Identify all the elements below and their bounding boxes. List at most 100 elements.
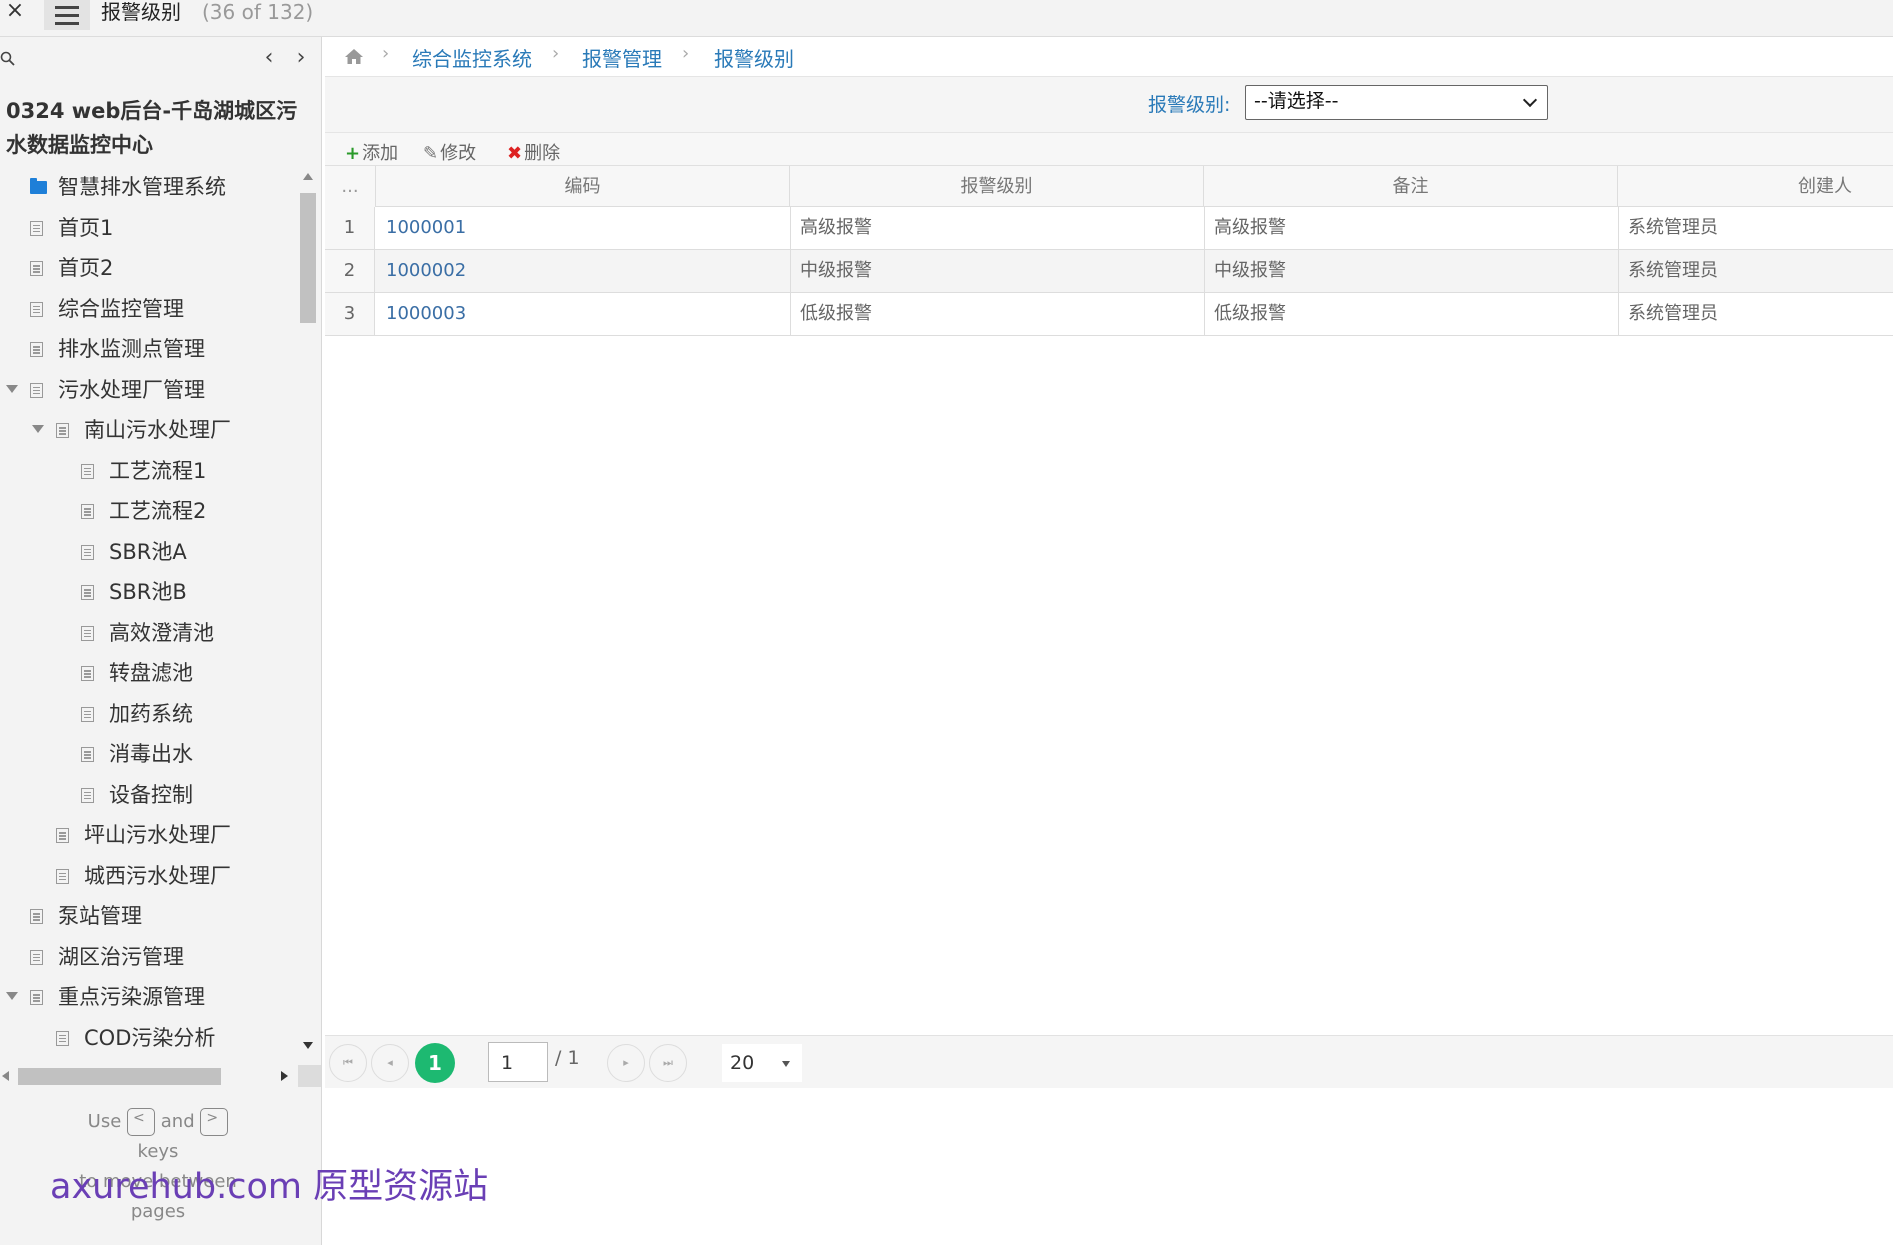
sidebar-tree-item[interactable]: 湖区治污管理 bbox=[0, 937, 298, 977]
sidebar-tree-item[interactable]: 重点污染源管理 bbox=[0, 977, 298, 1017]
next-page-button-icon[interactable]: ▸ bbox=[607, 1044, 645, 1082]
sidebar-tree-item-label: 设备控制 bbox=[109, 782, 193, 807]
page-icon bbox=[30, 949, 43, 965]
scroll-right-icon[interactable] bbox=[281, 1071, 288, 1081]
sidebar-tree-item[interactable]: 城西污水处理厂 bbox=[0, 856, 298, 896]
scrollbar-corner bbox=[298, 1065, 321, 1087]
page-icon bbox=[56, 868, 69, 884]
breadcrumb-item-system[interactable]: 综合监控系统 bbox=[412, 43, 532, 72]
cell-code[interactable]: 1000003 bbox=[386, 293, 466, 335]
cell-creator: 系统管理员 bbox=[1628, 217, 1718, 238]
delete-icon: ✖ bbox=[507, 143, 523, 164]
watermark: axurehub.com 原型资源站 bbox=[50, 1167, 489, 1207]
edit-button-label: 修改 bbox=[440, 143, 477, 164]
column-header-code[interactable]: 编码 bbox=[376, 166, 790, 207]
key-next-icon: > bbox=[200, 1108, 229, 1136]
delete-button[interactable]: ✖ 删除 bbox=[507, 139, 560, 165]
table-header: ... 编码 报警级别 备注 创建人 bbox=[325, 166, 1893, 207]
project-title: 0324 web后台-千岛湖城区污水数据监控中心 bbox=[6, 99, 298, 157]
sidebar-tree-item[interactable]: 消毒出水 bbox=[0, 734, 298, 774]
page-title: 报警级别 bbox=[101, 0, 181, 24]
column-header-note[interactable]: 备注 bbox=[1204, 166, 1618, 207]
sidebar-tree-item[interactable]: 设备控制 bbox=[0, 775, 298, 815]
row-number: 1 bbox=[325, 207, 375, 249]
page-icon bbox=[81, 625, 94, 641]
first-page-icon[interactable]: ⏮ bbox=[329, 1044, 367, 1082]
scroll-up-icon[interactable] bbox=[303, 173, 313, 180]
page-count: (36 of 132) bbox=[202, 0, 314, 24]
sidebar-tree-item[interactable]: 排水监测点管理 bbox=[0, 329, 298, 369]
column-header-creator[interactable]: 创建人 bbox=[1618, 166, 1893, 207]
cell-code[interactable]: 1000001 bbox=[386, 207, 466, 249]
sidebar-horizontal-scrollbar[interactable] bbox=[0, 1065, 321, 1087]
column-divider bbox=[790, 293, 791, 335]
expand-caret-icon[interactable] bbox=[6, 384, 18, 393]
sidebar-tree-item[interactable]: SBR池B bbox=[0, 572, 298, 612]
sidebar-tree-item[interactable]: 污水处理厂管理 bbox=[0, 370, 298, 410]
expand-caret-icon[interactable] bbox=[32, 425, 44, 433]
edit-button[interactable]: ✎ 修改 bbox=[423, 139, 476, 165]
column-divider bbox=[1204, 250, 1205, 292]
sidebar-tree-item[interactable]: 加药系统 bbox=[0, 694, 298, 734]
sidebar-tree-item-label: 城西污水处理厂 bbox=[84, 863, 231, 888]
sidebar-tree-item-label: COD污染分析 bbox=[84, 1025, 216, 1050]
sidebar-tree-item[interactable]: 工艺流程2 bbox=[0, 491, 298, 531]
prev-page-icon[interactable]: ‹ bbox=[260, 47, 278, 69]
add-button[interactable]: + 添加 bbox=[345, 139, 398, 165]
home-icon[interactable] bbox=[344, 48, 364, 65]
page-icon bbox=[30, 261, 43, 276]
sidebar-tree-item[interactable]: COD污染分析 bbox=[0, 1018, 298, 1058]
page-size-value: 20 bbox=[730, 1052, 755, 1074]
scroll-left-icon[interactable] bbox=[2, 1071, 9, 1081]
column-divider bbox=[1204, 293, 1205, 335]
sidebar-tree-item[interactable]: 转盘滤池 bbox=[0, 653, 298, 693]
last-page-icon[interactable]: ⏭ bbox=[649, 1044, 687, 1082]
cell-alarm-level: 高级报警 bbox=[800, 217, 872, 238]
hint-use: Use bbox=[87, 1111, 122, 1132]
cell-alarm-level: 中级报警 bbox=[800, 260, 872, 281]
breadcrumb-item-alarm-level[interactable]: 报警级别 bbox=[714, 43, 794, 72]
sidebar-tree-item[interactable]: SBR池A bbox=[0, 532, 298, 572]
sidebar-tree-item-label: 工艺流程2 bbox=[109, 499, 207, 523]
column-header-alarm-level[interactable]: 报警级别 bbox=[790, 166, 1204, 207]
sidebar-tree-item[interactable]: 工艺流程1 bbox=[0, 451, 298, 491]
sidebar-tree-item-label: 污水处理厂管理 bbox=[58, 377, 205, 402]
rownum-header: ... bbox=[325, 166, 376, 207]
sidebar-tree-item[interactable]: 泵站管理 bbox=[0, 896, 298, 936]
breadcrumb-item-alarm-management[interactable]: 报警管理 bbox=[582, 43, 662, 72]
sidebar-tree-item[interactable]: 综合监控管理 bbox=[0, 289, 298, 329]
page-size-select[interactable]: 20 bbox=[722, 1044, 802, 1082]
sidebar-tree-item-label: 智慧排水管理系统 bbox=[58, 175, 226, 199]
sidebar-tree-item[interactable]: 首页1 bbox=[0, 208, 298, 248]
expand-caret-icon[interactable] bbox=[6, 992, 18, 1000]
current-page-button[interactable]: 1 bbox=[415, 1043, 455, 1083]
sidebar-tree-item-label: 重点污染源管理 bbox=[58, 985, 205, 1009]
sidebar-tree-item-label: 转盘滤池 bbox=[109, 661, 193, 685]
close-icon[interactable]: × bbox=[4, 0, 26, 22]
folder-icon bbox=[30, 178, 47, 194]
page-number-input[interactable]: 1 bbox=[488, 1042, 548, 1082]
menu-icon[interactable] bbox=[44, 0, 90, 30]
scroll-down-icon[interactable] bbox=[303, 1042, 313, 1049]
prev-page-button-icon[interactable]: ◂ bbox=[371, 1044, 409, 1082]
chevron-down-icon bbox=[1522, 92, 1538, 108]
scroll-thumb[interactable] bbox=[300, 193, 316, 323]
cell-code[interactable]: 1000002 bbox=[386, 250, 466, 292]
search-icon[interactable] bbox=[0, 51, 16, 67]
sidebar-vertical-scrollbar[interactable] bbox=[298, 171, 318, 1051]
sidebar-tree-item-label: 首页1 bbox=[58, 215, 114, 240]
sidebar-tree-item[interactable]: 南山污水处理厂 bbox=[0, 410, 298, 450]
next-page-icon[interactable]: › bbox=[292, 47, 310, 69]
sidebar-tree-item[interactable]: 首页2 bbox=[0, 248, 298, 288]
table-row[interactable]: 2 1000002 中级报警 中级报警 系统管理员 bbox=[325, 250, 1893, 293]
alarm-level-select[interactable]: --请选择-- bbox=[1245, 85, 1548, 120]
table-row[interactable]: 3 1000003 低级报警 低级报警 系统管理员 bbox=[325, 293, 1893, 336]
sidebar-tree-item[interactable]: 智慧排水管理系统 bbox=[0, 167, 298, 207]
row-number: 3 bbox=[325, 293, 375, 335]
sidebar-tree-item-label: 加药系统 bbox=[109, 701, 193, 726]
table-row[interactable]: 1 1000001 高级报警 高级报警 系统管理员 bbox=[325, 207, 1893, 250]
scroll-thumb[interactable] bbox=[18, 1068, 221, 1085]
sidebar-tree-item[interactable]: 坪山污水处理厂 bbox=[0, 815, 298, 855]
page-icon bbox=[56, 423, 69, 438]
sidebar-tree-item[interactable]: 高效澄清池 bbox=[0, 613, 298, 653]
